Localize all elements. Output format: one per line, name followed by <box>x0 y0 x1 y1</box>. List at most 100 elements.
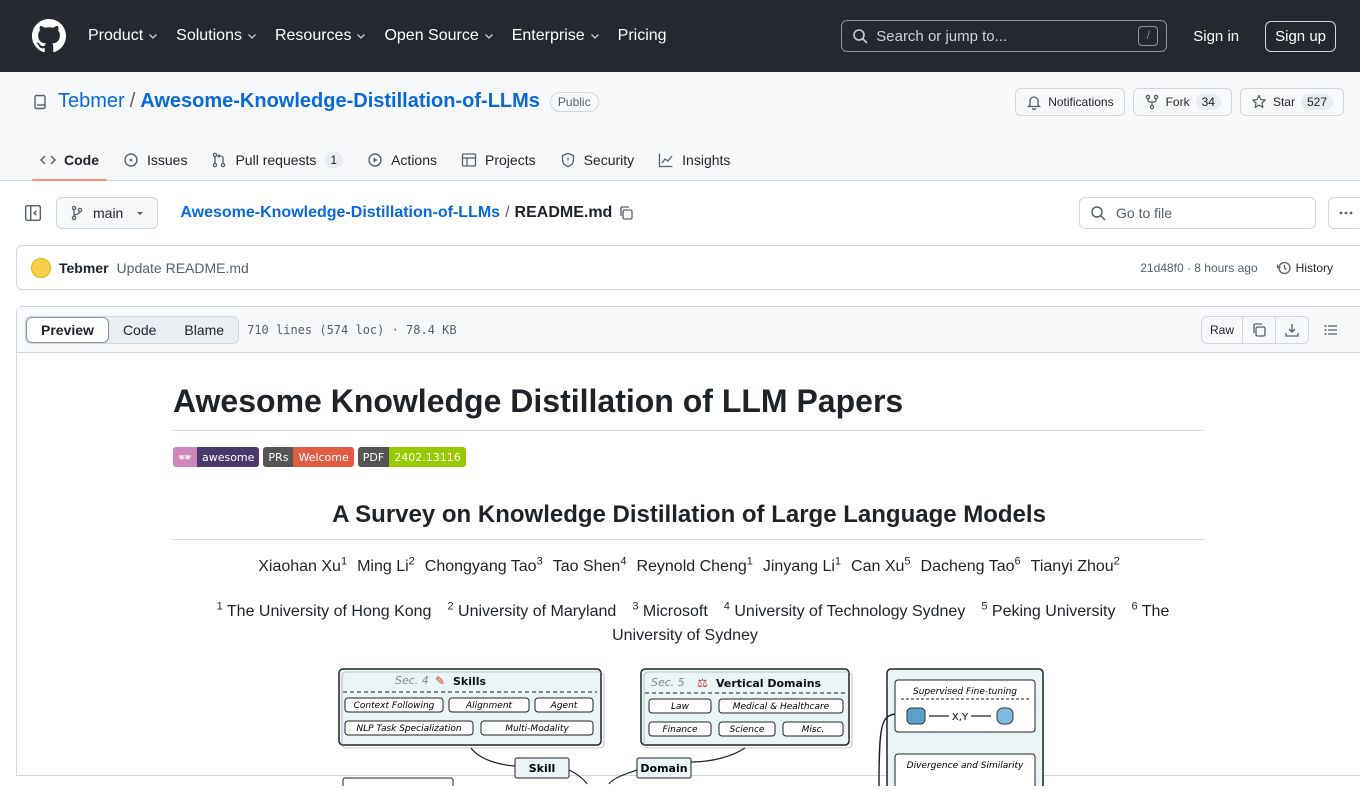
raw-actions-group: Raw <box>1200 315 1309 344</box>
badge[interactable]: PDF 2402.13116 <box>357 447 466 467</box>
sign-up-button[interactable]: Sign up <box>1265 20 1336 52</box>
commit-author[interactable]: Tebmer <box>59 260 109 276</box>
caret-down-icon <box>137 212 144 215</box>
affiliation-index: 2 <box>447 600 454 613</box>
nav-item-label: Resources <box>274 27 352 44</box>
skills-emoji: ✎ <box>435 674 445 688</box>
badge[interactable]: PRs Welcome <box>263 447 354 467</box>
chevron-down-icon <box>248 34 256 39</box>
tab-label: Insights <box>682 152 731 168</box>
nav-item-enterprise[interactable]: Enterprise <box>512 27 600 45</box>
outline-list-icon[interactable] <box>1323 322 1339 338</box>
nav-item-resources[interactable]: Resources <box>275 27 366 45</box>
tab-issues[interactable]: Issues <box>115 140 195 180</box>
chevron-down-icon <box>484 34 493 39</box>
tab-insights[interactable]: Insights <box>650 140 738 180</box>
nav-item-product[interactable]: Product <box>88 27 158 45</box>
skills-title: Skills <box>453 675 487 688</box>
tab-projects[interactable]: Projects <box>453 140 544 180</box>
search-icon <box>853 29 868 44</box>
star-icon <box>1252 94 1266 108</box>
file-navigation-bar: main Awesome-Knowledge-Distillation-of-L… <box>0 181 1360 245</box>
github-logo-icon[interactable] <box>32 19 66 53</box>
repo-icon <box>34 94 46 109</box>
download-button[interactable] <box>1276 317 1308 343</box>
kebab-horizontal-icon <box>1339 211 1353 215</box>
branch-selector[interactable]: main <box>56 197 159 229</box>
raw-button[interactable]: Raw <box>1202 316 1243 343</box>
copy-path-icon[interactable] <box>618 205 634 221</box>
breadcrumb-repo-link[interactable]: Awesome-Knowledge-Distillation-of-LLMs <box>180 204 500 222</box>
chevron-down-icon <box>149 34 158 39</box>
readme-content: Awesome Knowledge Distillation of LLM Pa… <box>17 353 1207 790</box>
tab-label: Projects <box>485 152 536 168</box>
tab-security[interactable]: Security <box>552 140 643 180</box>
author-affiliation-index: 3 <box>536 556 543 568</box>
domain-finance: Finance <box>662 725 698 735</box>
global-header: Product Solutions Resources Open Source Ente… <box>0 0 1360 72</box>
affiliation-name: Peking University <box>991 602 1116 620</box>
domains-section: Sec. 5 <box>651 676 685 689</box>
affiliation: 4 University of Technology Sydney <box>724 600 966 619</box>
star-button[interactable]: Star 527 <box>1239 88 1344 116</box>
author-text: Dacheng Tao <box>920 558 1015 576</box>
file-breadcrumb: Awesome-Knowledge-Distillation-of-LLMs /… <box>180 204 634 222</box>
author-name: Tianyi Zhou2 <box>1031 556 1120 575</box>
commit-meta[interactable]: 21d48f0 · 8 hours ago <box>1140 261 1257 275</box>
tab-pull-requests[interactable]: Pull requests 1 <box>203 140 351 180</box>
nav-item-solutions[interactable]: Solutions <box>176 27 257 45</box>
badge[interactable]: 🕶 awesome <box>173 447 260 467</box>
nav-item-label: Enterprise <box>511 27 585 44</box>
skill-nlp-task: NLP Task Specialization <box>356 724 462 734</box>
affiliation-name: The University of Hong Kong <box>226 602 432 620</box>
blame-tab[interactable]: Blame <box>170 317 238 343</box>
author-text: Tao Shen <box>552 558 621 576</box>
star-label: Star <box>1272 95 1295 109</box>
nav-item-pricing[interactable]: Pricing <box>618 27 667 45</box>
breadcrumb-file-name: README.md <box>514 204 613 221</box>
author-text: Chongyang Tao <box>424 558 537 576</box>
sidebar-toggle-icon[interactable] <box>24 204 42 222</box>
domain-law: Law <box>671 702 690 712</box>
repo-name-link[interactable]: Awesome-Knowledge-Distillation-of-LLMs <box>140 90 540 113</box>
avatar[interactable] <box>31 257 51 278</box>
history-button[interactable]: History <box>1276 260 1333 276</box>
affiliation: 5 Peking University <box>981 600 1116 620</box>
author-name: Jinyang Li1 <box>763 556 841 575</box>
download-icon <box>1285 323 1299 337</box>
go-to-file-input[interactable]: Go to file <box>1079 197 1316 229</box>
copy-raw-button[interactable] <box>1243 316 1276 343</box>
fork-button[interactable]: Fork 34 <box>1132 88 1232 116</box>
author-text: Xiaohan Xu <box>258 558 341 576</box>
domains-title: Vertical Domains <box>716 677 822 690</box>
readme-title: Awesome Knowledge Distillation of LLM Pa… <box>173 383 1205 431</box>
author-affiliation-index: 2 <box>1113 556 1120 568</box>
author-affiliation-index: 1 <box>340 556 348 568</box>
repo-owner-link[interactable]: Tebmer <box>58 90 125 113</box>
code-icon <box>40 155 56 165</box>
preview-tab[interactable]: Preview <box>26 316 109 343</box>
commit-message[interactable]: Update README.md <box>117 260 249 276</box>
sign-in-link[interactable]: Sign in <box>1193 28 1239 45</box>
latest-commit: Tebmer Update README.md 21d48f0 · 8 hour… <box>16 245 1360 290</box>
author-name: Can Xu5 <box>851 556 911 575</box>
code-view-tab[interactable]: Code <box>109 317 170 343</box>
domain-medical: Medical & Healthcare <box>733 702 830 712</box>
issue-icon <box>124 153 138 167</box>
notifications-button[interactable]: Notifications <box>1015 88 1125 116</box>
tab-code[interactable]: Code <box>32 140 107 181</box>
more-options-button[interactable] <box>1328 197 1360 229</box>
nav-item-open-source[interactable]: Open Source <box>384 27 493 45</box>
skills-section: Sec. 4 <box>395 674 429 687</box>
badge-left: 🕶 <box>173 447 197 467</box>
affiliation-index: 6 <box>1131 600 1138 613</box>
tab-actions[interactable]: Actions <box>359 140 445 180</box>
global-search-input[interactable]: Search or jump to... / <box>841 20 1168 52</box>
sft-title: Supervised Fine-tuning <box>913 687 1017 697</box>
overview-diagram: Sec. 4 Skills ✎ Context Following Alignm… <box>338 667 1044 790</box>
overview-figure: Sec. 4 Skills ✎ Context Following Alignm… <box>173 666 1205 790</box>
badge-left: PRs <box>263 447 294 467</box>
skill-alignment: Alignment <box>465 701 513 711</box>
nav-item-label: Solutions <box>176 27 242 44</box>
repo-title: Tebmer / Awesome-Knowledge-Distillation-… <box>32 90 599 113</box>
